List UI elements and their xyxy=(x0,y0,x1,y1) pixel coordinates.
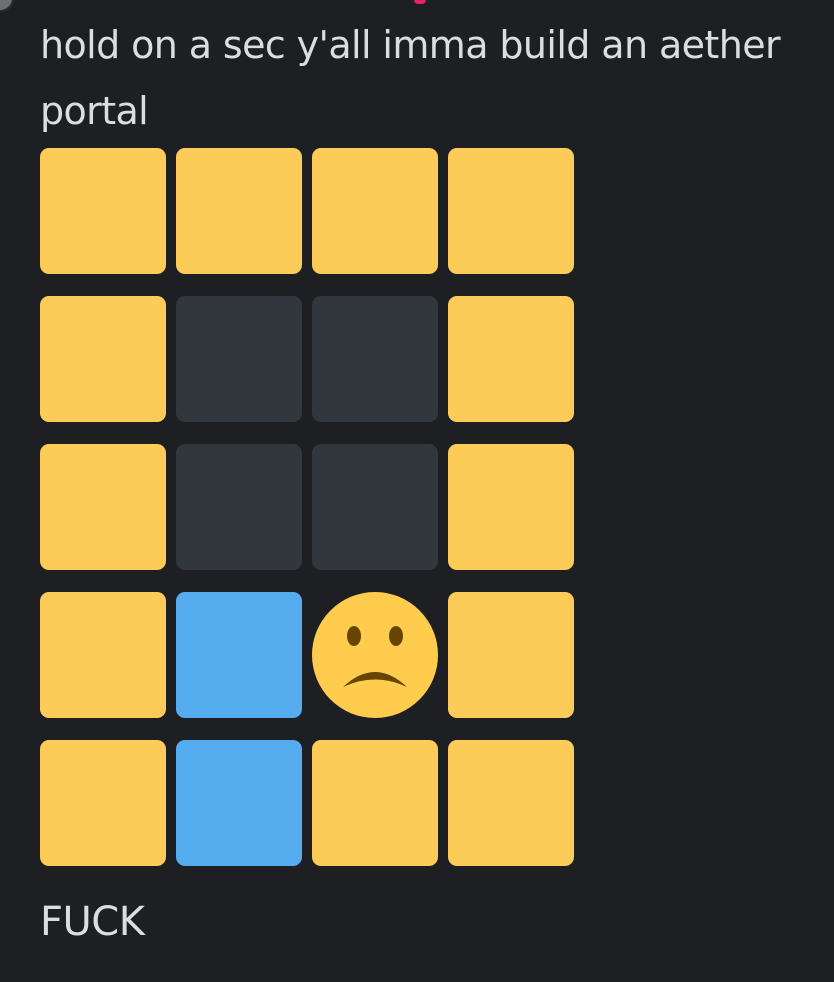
orange-square-emoji xyxy=(40,592,166,718)
author-avatar[interactable] xyxy=(0,0,14,12)
emoji-portal-grid xyxy=(40,148,574,866)
orange-square-emoji xyxy=(40,444,166,570)
black-square-emoji xyxy=(312,444,438,570)
blue-square-emoji xyxy=(176,592,302,718)
orange-square-emoji xyxy=(312,148,438,274)
orange-square-emoji xyxy=(448,296,574,422)
orange-square-emoji xyxy=(448,148,574,274)
username-accent xyxy=(414,0,426,4)
chat-message: hold on a sec y'all imma build an aether… xyxy=(40,12,830,948)
orange-square-emoji xyxy=(176,148,302,274)
black-square-emoji xyxy=(312,296,438,422)
orange-square-emoji xyxy=(448,592,574,718)
orange-square-emoji xyxy=(448,740,574,866)
frowning-face-icon xyxy=(312,592,438,718)
orange-square-emoji xyxy=(40,740,166,866)
black-square-emoji xyxy=(176,296,302,422)
frowning-face-emoji xyxy=(312,592,438,718)
orange-square-emoji xyxy=(312,740,438,866)
orange-square-emoji xyxy=(40,296,166,422)
orange-square-emoji xyxy=(448,444,574,570)
blue-square-emoji xyxy=(176,740,302,866)
follow-up-message-text: FUCK xyxy=(40,899,145,945)
orange-square-emoji xyxy=(40,148,166,274)
message-text: hold on a sec y'all imma build an aether… xyxy=(40,23,781,133)
black-square-emoji xyxy=(176,444,302,570)
